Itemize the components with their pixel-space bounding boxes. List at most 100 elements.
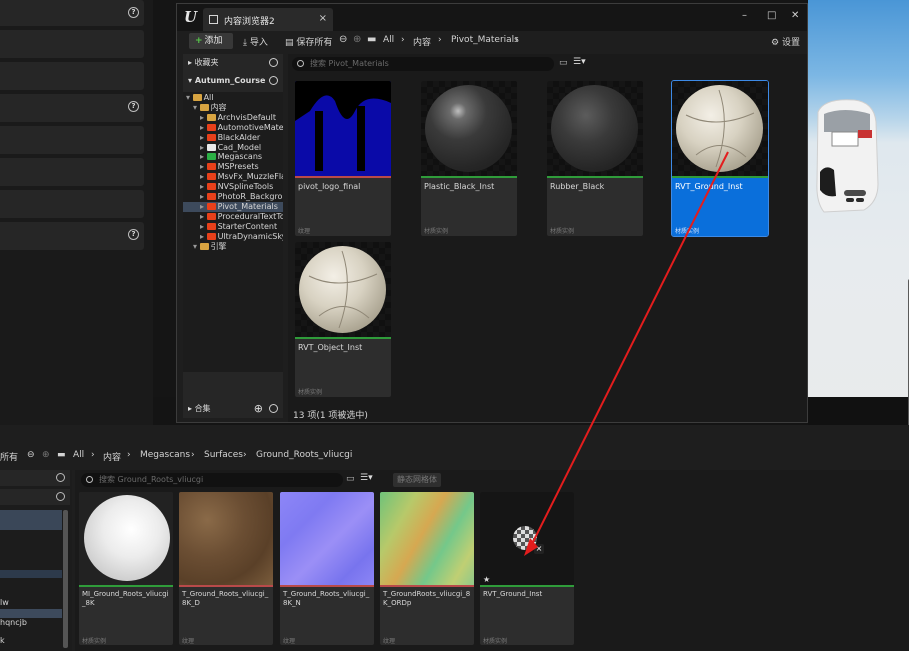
search-icon[interactable] [269,76,278,85]
breadcrumb-all[interactable]: All [383,35,394,45]
asset-search-input[interactable]: 搜索 Ground_Roots_vliucgi [81,473,343,487]
details-row[interactable] [0,62,144,90]
asset-tile[interactable]: RVT_Object_Inst 材质实例 [295,242,391,397]
collections-header[interactable]: ▸ 合集 ⊕ [183,400,283,418]
details-row[interactable] [0,158,144,186]
tree-item[interactable]: ▸ ArchvisDefault [183,113,283,123]
details-row[interactable] [0,126,144,154]
caret-right-icon[interactable]: ▸ [200,133,207,142]
tree-item[interactable]: ▸ StarterContent [183,222,283,232]
details-row[interactable] [0,190,144,218]
level-viewport[interactable] [808,0,909,425]
asset-search-input[interactable]: 搜索 Pivot_Materials [292,57,554,71]
help-icon[interactable]: ? [128,229,139,240]
tree-item[interactable]: ▾ All [183,93,283,103]
breadcrumb-megascans[interactable]: Megascans [140,450,190,460]
project-header[interactable]: ▾ Autumn_Course [183,72,283,90]
help-icon[interactable]: ? [128,7,139,18]
caret-right-icon[interactable]: ▸ [200,123,207,132]
caret-right-icon[interactable]: ▸ [200,222,207,231]
caret-right-icon[interactable]: ▸ [200,113,207,122]
save-all-button[interactable]: ▤ 保存所有 [285,35,332,48]
details-row[interactable]: ? [0,0,144,26]
caret-right-icon[interactable]: ▸ [200,143,207,152]
title-bar[interactable]: U 内容浏览器2 × – □ ✕ [177,4,807,31]
tree-item[interactable]: ▾ 内容 [183,103,283,113]
asset-tile[interactable]: Plastic_Black_Inst 材质实例 [421,81,517,236]
close-button[interactable]: ✕ [791,10,799,21]
add-collection-icon[interactable]: ⊕ [254,400,263,418]
save-search-icon[interactable]: ▭ [346,474,355,484]
asset-tile[interactable]: RVT_Ground_Inst 材质实例 [671,80,769,237]
caret-right-icon[interactable]: ▸ [200,212,207,221]
tree-row[interactable] [0,570,62,578]
tree-selected-row[interactable] [0,609,62,618]
breadcrumb-surfaces[interactable]: Surfaces [204,450,243,460]
save-search-icon[interactable]: ▭ [559,58,568,68]
history-back-icon[interactable]: ⊖ [27,450,35,460]
asset-tile[interactable]: pivot_logo_final 纹理 [295,81,391,236]
breadcrumb-pivot-materials[interactable]: Pivot_Materials [451,35,519,45]
minimize-button[interactable]: – [742,10,747,21]
history-back-icon[interactable]: ⊖ [339,34,347,45]
tree-item[interactable]: ▸ UltraDynamicSky [183,232,283,242]
asset-tile[interactable]: Rubber_Black 材质实例 [547,81,643,236]
asset-tile[interactable]: MI_Ground_Roots_vliucgi_8K 材质实例 [79,492,173,645]
caret-down-icon[interactable]: ▾ [193,242,200,251]
breadcrumb-content[interactable]: 内容 [413,35,431,48]
history-forward-icon[interactable]: ⊕ [353,34,361,45]
tree-selected-row[interactable] [0,510,62,530]
search-icon[interactable] [269,404,278,413]
asset-tile[interactable]: T_GroundRoots_vliucgi_8K_ORDp 纹理 [380,492,474,645]
caret-right-icon[interactable]: ▸ [200,192,207,201]
star-icon[interactable]: ★ [483,575,490,584]
breadcrumb-ground-roots[interactable]: Ground_Roots_vliucgi [256,450,352,460]
add-button[interactable]: + 添加 [189,33,233,49]
tab-close-button[interactable]: × [319,13,327,24]
caret-right-icon[interactable]: ▸ [200,172,207,181]
settings-button[interactable]: ⚙ 设置 [771,35,800,48]
tree-item[interactable]: ▸ Cad_Model [183,143,283,153]
tree-item[interactable]: ▸ MSPresets [183,162,283,172]
source-search-row[interactable] [0,470,70,486]
caret-right-icon[interactable]: ▸ [200,232,207,241]
folder-tree[interactable]: ▾ All ▾ 内容 ▸ ArchvisDefault ▸ AutomotiveMat… [183,92,283,372]
tree-item[interactable]: ▸ ProceduralTextTo [183,212,283,222]
tree-item[interactable]: ▾ 引擎 [183,242,283,252]
caret-down-icon[interactable]: ▾ [186,93,193,102]
tree-item[interactable]: ▸ NVSplineTools [183,182,283,192]
caret-right-icon[interactable]: ▸ [200,162,207,171]
history-forward-icon[interactable]: ⊕ [42,450,50,460]
import-button[interactable]: ⤓ 导入 [243,35,268,48]
details-row[interactable] [0,30,144,58]
tree-item-label[interactable]: hqncjb [0,618,27,627]
tree-item[interactable]: ▸ BlackAlder [183,133,283,143]
filter-chip-static-mesh[interactable]: 静态网格体 [393,473,441,487]
caret-right-icon[interactable]: ▸ [200,182,207,191]
maximize-button[interactable]: □ [767,10,776,21]
tree-item[interactable]: ▸ MsvFx_MuzzleFla [183,172,283,182]
caret-down-icon[interactable]: ▾ [193,103,200,112]
asset-tile[interactable]: T_Ground_Roots_vliucgi_8K_N 纹理 [280,492,374,645]
caret-right-icon[interactable]: ▸ [200,152,207,161]
breadcrumb-content[interactable]: 内容 [103,450,121,463]
details-row[interactable]: ? [0,222,144,250]
tree-item[interactable]: ▸ PhotoR_Backgrou [183,192,283,202]
source-search-row[interactable] [0,489,70,505]
details-row[interactable]: ? [0,94,144,122]
breadcrumb-all[interactable]: All [73,450,84,460]
filter-icon[interactable]: ☰▾ [360,473,373,483]
save-all-button[interactable]: 所有 [0,450,18,463]
search-icon[interactable] [269,58,278,67]
search-icon[interactable] [56,492,65,501]
search-icon[interactable] [56,473,65,482]
caret-right-icon[interactable]: ▸ [200,202,207,211]
filter-icon[interactable]: ☰▾ [573,57,586,67]
asset-tile[interactable]: T_Ground_Roots_vliucgi_8K_D 纹理 [179,492,273,645]
tree-item[interactable]: ▸ Pivot_Materials [183,201,283,212]
folder-nav-icon[interactable]: ▬ [367,34,376,45]
tab-content-browser-2[interactable]: 内容浏览器2 × [203,8,333,31]
tree-item[interactable]: ▸ Megascans [183,152,283,162]
help-icon[interactable]: ? [128,101,139,112]
asset-tile[interactable]: × ★ RVT_Ground_Inst 材质实例 [480,492,574,645]
